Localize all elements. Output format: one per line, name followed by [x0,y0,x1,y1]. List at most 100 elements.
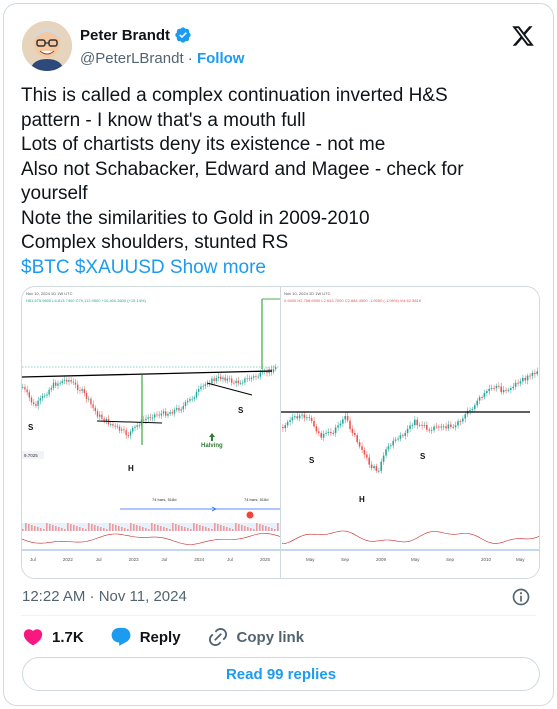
volume-bar [124,528,126,531]
candle [85,393,88,400]
candle [156,414,158,416]
candle [474,405,476,410]
right-chart-ohlc: 0.9400 H2,758.6900 L2,643.7000 C2,684.45… [284,298,422,303]
candle [226,378,228,381]
event-marker-icon [246,511,254,519]
volume-bar [61,528,63,531]
volume-bar [37,527,39,531]
volume-bar [73,525,75,531]
candle [411,425,414,426]
candle [239,383,242,384]
candle [322,433,325,438]
candle [368,457,370,465]
reply-bubble-icon [111,627,131,646]
author-handle[interactable]: @PeterLBrandt [80,50,184,67]
info-icon[interactable] [511,587,531,607]
candle [524,377,526,381]
volume-bar [226,527,228,531]
candle [99,414,101,417]
volume-bar [253,529,255,531]
candle [55,382,57,386]
volume-bar [22,529,24,531]
candle [127,435,129,437]
volume-bar [247,527,249,531]
candle [406,428,409,433]
candle [502,389,505,393]
reply-button[interactable]: Reply [110,626,181,648]
candle [531,372,534,376]
candle [514,382,517,387]
volume-bar [118,526,120,531]
volume-bar [199,525,201,531]
x-tick-label: Jul [96,557,102,562]
candle [390,445,392,447]
read-replies-button[interactable]: Read 99 replies [22,657,540,691]
author-handle-row: @PeterLBrandt · Follow [80,50,244,67]
volume-bar [217,524,219,531]
tweet-timestamp[interactable]: 12:22 AM · Nov 11, 2024 [22,588,187,605]
candle [143,419,145,421]
copy-link-label: Copy link [236,628,305,646]
chart-image[interactable]: Nov 10, 2024 1D 1W UTC H81,675.9600 L6,8… [21,286,540,579]
candle [250,377,253,380]
candle [149,417,151,419]
gold-chart-panel: Nov 10, 2024 1D 1W UTC 0.9400 H2,758.690… [281,287,539,578]
volume-bar [112,524,114,531]
candle [202,385,204,387]
candle [325,432,327,434]
volume-bar [241,525,243,531]
show-more-link[interactable]: Show more [170,257,266,278]
candle [298,415,301,419]
candle [471,409,474,411]
author-name[interactable]: Peter Brandt [80,27,170,44]
btc-chart-panel: Nov 10, 2024 1D 1W UTC H81,675.9600 L6,8… [22,287,281,578]
candle [255,376,257,377]
volume-bar [76,526,78,531]
like-button[interactable]: 1.7K [22,626,84,648]
volume-bar [121,527,123,531]
volume-bar [154,524,156,531]
avatar-illustration [22,21,72,71]
volume-bar [151,523,153,531]
candle [416,419,418,426]
candle [385,449,387,456]
author-avatar[interactable] [22,21,72,71]
candle [426,425,428,430]
candle [318,431,320,434]
candle [28,392,30,398]
x-tick-label: Jul [161,557,167,562]
copy-link-button[interactable]: Copy link [207,626,305,648]
x-tick-label: Sep [446,557,455,562]
candle [259,372,261,377]
volume-bar [265,526,267,531]
gold-head-label: H [359,495,365,504]
volume-bar [25,523,27,531]
candle [435,426,438,428]
volume-bar [139,526,141,531]
cashtag-links[interactable]: $BTC $XAUUSD [21,257,165,278]
candle [96,411,99,417]
candle [134,426,136,428]
volume-bar [148,529,150,531]
candle [61,380,63,383]
follow-button[interactable]: Follow [197,50,245,67]
candle [220,376,222,380]
candle [394,439,397,441]
candle [70,380,72,382]
measure-1-label: 74 bars, 518d [152,497,176,502]
left-chart-ohlc: H81,675.9600 L6,813.7400 C79,112.9500 +1… [26,298,146,303]
volume-bar [193,523,195,531]
candle [88,398,90,400]
volume-bar [58,527,60,531]
volume-bar [94,525,96,531]
x-logo-icon[interactable] [511,24,535,48]
candle [22,386,24,388]
volume-bar [163,527,165,531]
x-tick-label: 2024 [194,557,205,562]
volume-bar [202,526,204,531]
candle [447,424,450,429]
volume-bar [172,523,174,531]
volume-bar [109,523,111,531]
candle [39,398,41,401]
candle [132,427,134,432]
